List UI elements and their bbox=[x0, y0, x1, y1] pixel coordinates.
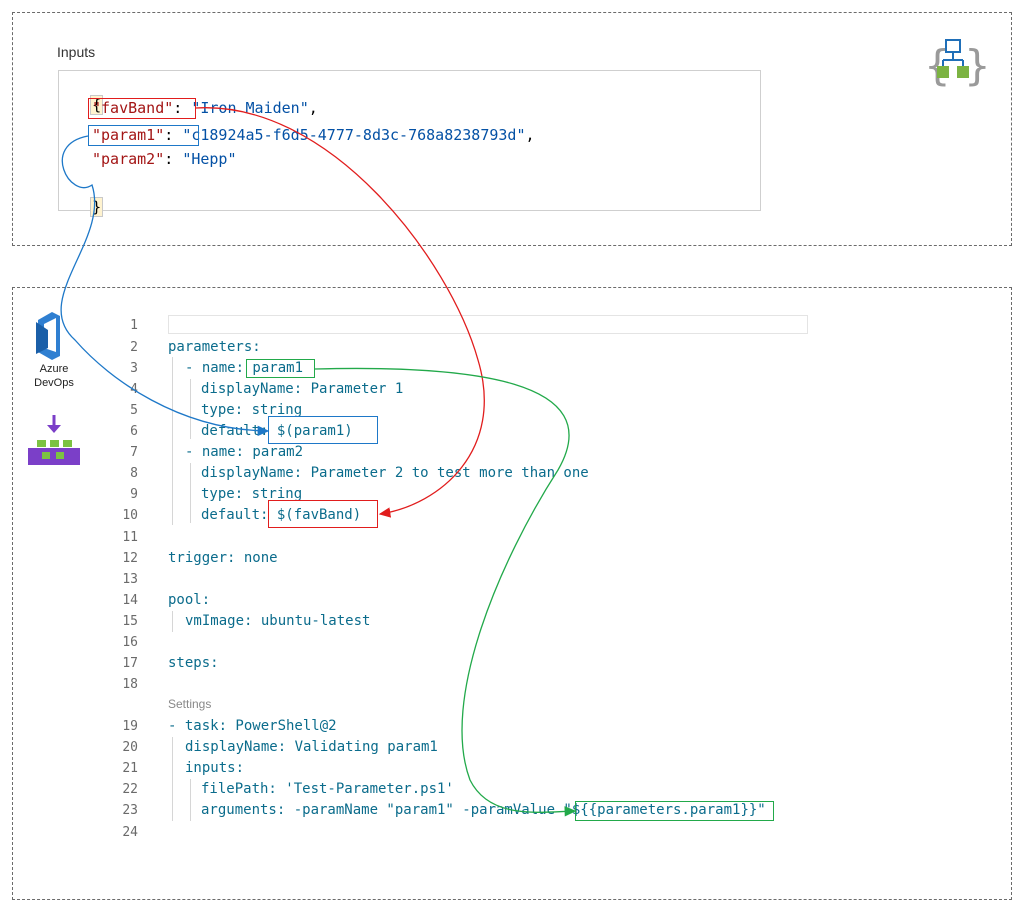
line-number: 20 bbox=[122, 740, 138, 755]
json-line-param2: "param2": "Hepp" bbox=[92, 150, 237, 168]
json-close-brace: } bbox=[90, 197, 104, 217]
highlight-param1-name bbox=[246, 359, 315, 378]
line-number: 13 bbox=[122, 572, 138, 587]
indent-guide bbox=[172, 357, 173, 525]
line-number: 23 bbox=[122, 803, 138, 818]
line-number: 16 bbox=[122, 635, 138, 650]
json-value-param2: "Hepp" bbox=[182, 150, 237, 168]
line-number: 24 bbox=[122, 825, 138, 840]
line-number: 18 bbox=[122, 677, 138, 692]
code-line: steps: bbox=[168, 655, 219, 671]
indent-guide bbox=[190, 379, 191, 439]
line-number: 2 bbox=[130, 340, 138, 355]
code-line: displayName: Validating param1 bbox=[185, 739, 438, 755]
highlight-param1-key bbox=[88, 125, 199, 146]
line-number: 22 bbox=[122, 782, 138, 797]
line-number: 19 bbox=[122, 719, 138, 734]
line-number: 7 bbox=[130, 445, 138, 460]
line-number: 6 bbox=[130, 424, 138, 439]
code-line: parameters: bbox=[168, 339, 261, 355]
line-number: 4 bbox=[130, 382, 138, 397]
editor-current-line bbox=[168, 315, 808, 334]
highlight-favband-key bbox=[88, 98, 196, 119]
json-key-param2: "param2" bbox=[92, 150, 165, 168]
line-number: 10 bbox=[122, 508, 138, 523]
line-number: 14 bbox=[122, 593, 138, 608]
json-line-close: } bbox=[72, 174, 104, 217]
code-line: - name: param2 bbox=[185, 444, 304, 460]
code-line: - task: PowerShell@2 bbox=[168, 718, 337, 734]
azure-devops-label: Azure DevOps bbox=[34, 363, 74, 389]
json-value-param1: "c18924a5-f6d5-4777-8d3c-768a8238793d" bbox=[182, 126, 526, 144]
codelens-settings[interactable]: Settings bbox=[168, 697, 211, 711]
json-value-favband: "Iron Maiden" bbox=[191, 99, 309, 117]
code-line: displayName: Parameter 2 to test more th… bbox=[201, 465, 589, 481]
line-number: 9 bbox=[130, 487, 138, 502]
code-line: vmImage: ubuntu-latest bbox=[185, 613, 371, 629]
highlight-favband-default bbox=[268, 500, 378, 528]
code-line: displayName: Parameter 1 bbox=[201, 381, 404, 397]
line-number: 5 bbox=[130, 403, 138, 418]
line-number: 12 bbox=[122, 551, 138, 566]
line-number: 21 bbox=[122, 761, 138, 776]
line-number: 15 bbox=[122, 614, 138, 629]
line-number: 17 bbox=[122, 656, 138, 671]
line-number: 3 bbox=[130, 361, 138, 376]
inputs-title: Inputs bbox=[57, 44, 96, 60]
highlight-parameters-expression bbox=[575, 801, 774, 821]
indent-guide bbox=[190, 463, 191, 523]
code-line: inputs: bbox=[185, 760, 245, 776]
code-line: filePath: 'Test-Parameter.ps1' bbox=[201, 781, 454, 797]
line-number: 1 bbox=[130, 318, 138, 333]
highlight-param1-default bbox=[268, 416, 378, 444]
indent-guide bbox=[172, 737, 173, 821]
code-line: pool: bbox=[168, 592, 211, 608]
line-number: 8 bbox=[130, 466, 138, 481]
line-number: 11 bbox=[122, 530, 138, 545]
indent-guide bbox=[190, 779, 191, 821]
json-line-open: { bbox=[72, 72, 104, 115]
code-line: trigger: none bbox=[168, 550, 278, 566]
indent-guide bbox=[172, 611, 173, 632]
